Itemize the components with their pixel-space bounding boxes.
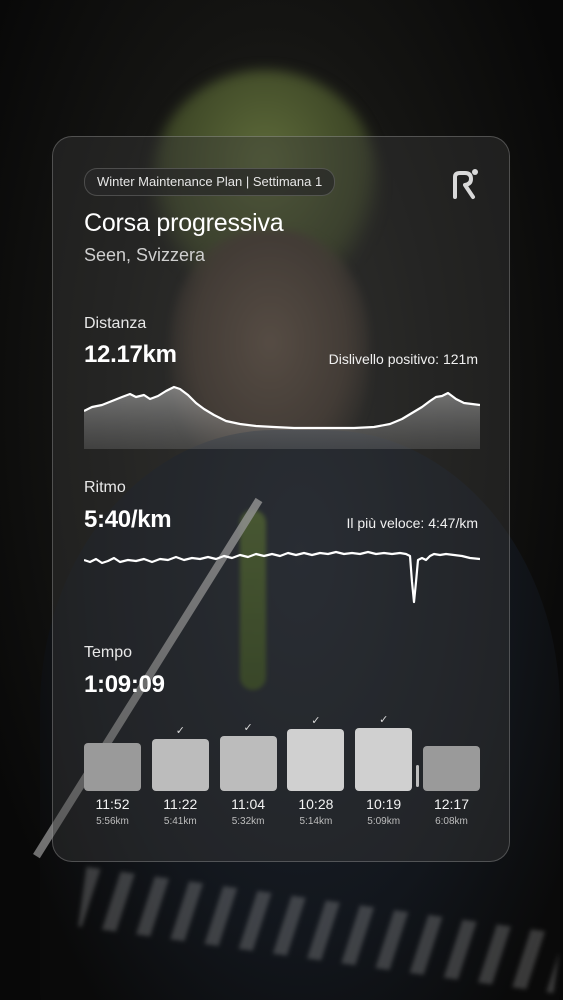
split-pace: 5:41km xyxy=(163,816,197,827)
split-bar xyxy=(84,743,141,791)
split-pace: 5:09km xyxy=(367,816,401,827)
split-bar-column xyxy=(423,707,480,791)
splits-bar-chart: ✓ ✓ ✓ ✓ xyxy=(84,707,480,791)
split-bar-column: ✓ xyxy=(287,707,345,791)
check-icon: ✓ xyxy=(379,714,389,726)
runna-logo-icon xyxy=(453,169,478,199)
split-time: 11:22 xyxy=(163,796,198,812)
pace-chart xyxy=(84,550,480,604)
check-icon: ✓ xyxy=(243,722,253,734)
elevation-area xyxy=(84,387,480,449)
workout-location: Seen, Svizzera xyxy=(84,245,206,265)
pace-label: Ritmo xyxy=(84,479,126,496)
distance-value: 12.17km xyxy=(84,341,177,368)
time-label: Tempo xyxy=(84,644,133,661)
workout-title: Corsa progressiva xyxy=(84,209,284,237)
elevation-profile-chart xyxy=(84,385,480,449)
split-bar-column: ✓ xyxy=(355,707,413,791)
split-bar-column: ✓ xyxy=(151,707,209,791)
split-bar xyxy=(423,746,480,791)
split-pace: 5:32km xyxy=(231,816,265,827)
split-bar-column: ✓ xyxy=(219,707,277,791)
split-bar xyxy=(287,729,345,791)
split-time: 12:17 xyxy=(433,796,470,812)
activity-summary-card: Winter Maintenance Plan | Settimana 1 Co… xyxy=(52,136,510,862)
split-pace: 6:08km xyxy=(435,816,468,827)
elevation-gain: Dislivello positivo: 121m xyxy=(328,351,478,367)
split-time: 10:19 xyxy=(366,796,402,812)
split-time: 11:04 xyxy=(231,796,266,812)
split-bar-column xyxy=(84,707,141,791)
split-time: 11:52 xyxy=(95,796,130,812)
split-bar xyxy=(355,728,413,791)
pace-value: 5:40/km xyxy=(84,506,172,533)
distance-label: Distanza xyxy=(84,315,147,332)
split-bar xyxy=(151,739,209,791)
plan-badge: Winter Maintenance Plan | Settimana 1 xyxy=(84,168,336,196)
check-icon: ✓ xyxy=(175,725,185,737)
pace-line xyxy=(84,550,480,604)
time-value: 1:09:09 xyxy=(84,671,165,698)
split-time: 10:28 xyxy=(298,796,334,812)
split-pace: 5:14km xyxy=(299,816,333,827)
check-icon: ✓ xyxy=(311,715,321,727)
fastest-pace: Il più veloce: 4:47/km xyxy=(346,515,478,531)
split-pace: 5:56km xyxy=(96,816,129,827)
split-bar xyxy=(219,736,277,791)
split-divider xyxy=(416,765,420,787)
